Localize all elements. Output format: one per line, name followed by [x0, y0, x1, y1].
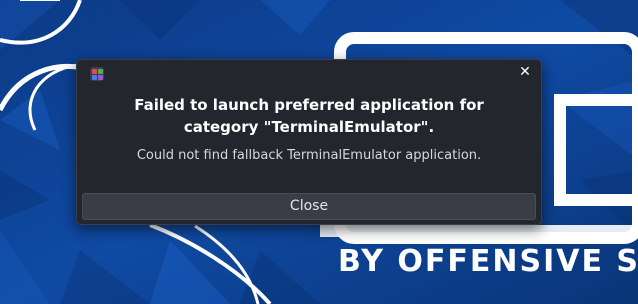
close-button[interactable]: Close: [82, 193, 536, 220]
app-grid-icon: [90, 67, 104, 81]
error-dialog: ✕ Failed to launch preferred application…: [76, 59, 542, 225]
close-icon[interactable]: ✕: [517, 64, 533, 80]
app-icon-blue-square: [91, 74, 97, 80]
wallpaper-brand-text: BY OFFENSIVE SECU: [338, 244, 638, 279]
app-icon-green-square: [97, 68, 103, 74]
dialog-message: Could not find fallback TerminalEmulator…: [136, 148, 482, 163]
app-icon-purple-square: [97, 74, 103, 80]
dialog-title: Failed to launch preferred application f…: [77, 94, 541, 138]
dialog-title-line-2: category "TerminalEmulator".: [183, 118, 435, 136]
dialog-title-line-1: Failed to launch preferred application f…: [134, 96, 484, 114]
app-icon-red-square: [91, 68, 97, 74]
